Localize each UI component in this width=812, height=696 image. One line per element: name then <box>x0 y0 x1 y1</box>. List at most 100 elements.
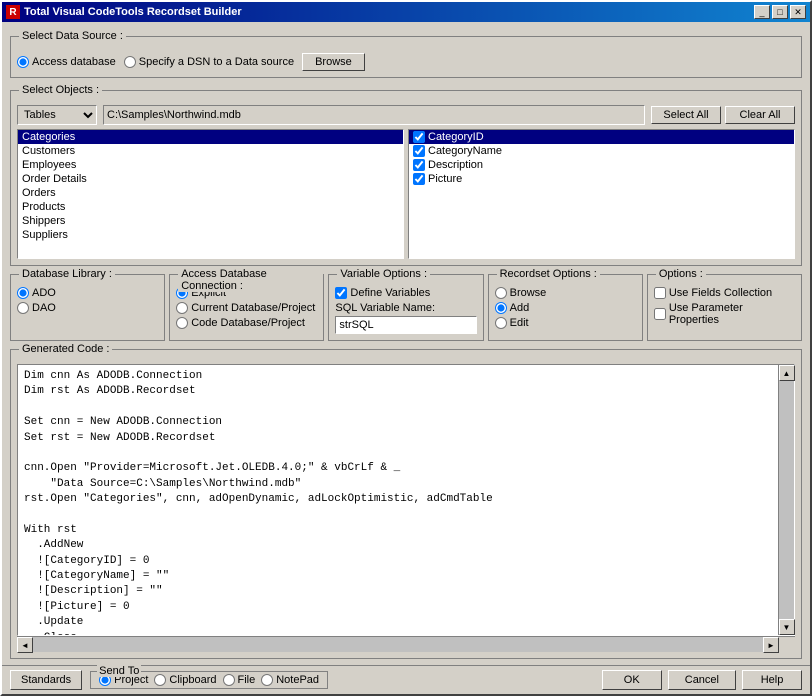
current-db-option[interactable]: Current Database/Project <box>176 302 317 314</box>
add-radio[interactable] <box>495 302 507 314</box>
sql-var-label: SQL Variable Name: <box>335 302 476 314</box>
var-options-group: Variable Options : Define Variables SQL … <box>328 274 483 341</box>
field-name: Picture <box>428 173 462 185</box>
current-db-radio[interactable] <box>176 302 188 314</box>
list-item[interactable]: Orders <box>18 186 403 200</box>
access-db-label: Access database <box>32 56 116 68</box>
access-db-radio[interactable] <box>17 56 29 68</box>
scroll-track-h <box>33 637 763 652</box>
list-item[interactable]: Categories <box>18 130 403 144</box>
ok-button[interactable]: OK <box>602 670 662 690</box>
scroll-right-button[interactable]: ► <box>763 637 779 653</box>
help-button[interactable]: Help <box>742 670 802 690</box>
scroll-corner <box>779 637 795 653</box>
cancel-button[interactable]: Cancel <box>668 670 736 690</box>
list-item[interactable]: Employees <box>18 158 403 172</box>
use-fields-option[interactable]: Use Fields Collection <box>654 287 795 299</box>
dao-option[interactable]: DAO <box>17 302 158 314</box>
app-icon: R <box>6 5 20 19</box>
ado-radio[interactable] <box>17 287 29 299</box>
use-param-props-label: Use Parameter Properties <box>669 302 795 326</box>
define-vars-option[interactable]: Define Variables <box>335 287 476 299</box>
dao-radio[interactable] <box>17 302 29 314</box>
browse-label: Browse <box>510 287 547 299</box>
standards-button[interactable]: Standards <box>10 670 82 690</box>
field-checkbox[interactable] <box>413 159 425 171</box>
fields-list[interactable]: CategoryID CategoryName Description Pict… <box>408 129 795 259</box>
access-db-option[interactable]: Access database <box>17 56 116 68</box>
options-label: Options : <box>656 268 706 280</box>
send-to-file-label: File <box>238 674 256 686</box>
add-label: Add <box>510 302 530 314</box>
data-source-label: Select Data Source : <box>19 30 126 42</box>
code-db-option[interactable]: Code Database/Project <box>176 317 317 329</box>
send-to-file-radio[interactable] <box>223 674 235 686</box>
ado-label: ADO <box>32 287 56 299</box>
send-to-notepad-radio[interactable] <box>261 674 273 686</box>
objects-lists: Categories Customers Employees Order Det… <box>17 129 795 259</box>
field-name: Description <box>428 159 483 171</box>
sql-var-input[interactable] <box>335 316 476 334</box>
send-to-notepad-option[interactable]: NotePad <box>261 674 319 686</box>
options-row: Database Library : ADO DAO Access Data <box>10 274 802 341</box>
objects-header: Tables Select All Clear All <box>17 105 795 125</box>
send-to-clipboard-label: Clipboard <box>169 674 216 686</box>
clear-all-button[interactable]: Clear All <box>725 106 795 124</box>
add-option[interactable]: Add <box>495 302 636 314</box>
select-all-button[interactable]: Select All <box>651 106 721 124</box>
field-checkbox[interactable] <box>413 131 425 143</box>
use-fields-label: Use Fields Collection <box>669 287 772 299</box>
field-checkbox[interactable] <box>413 145 425 157</box>
db-library-label: Database Library : <box>19 268 115 280</box>
field-item[interactable]: CategoryName <box>409 144 794 158</box>
browse-option[interactable]: Browse <box>495 287 636 299</box>
send-to-clipboard-radio[interactable] <box>154 674 166 686</box>
use-fields-checkbox[interactable] <box>654 287 666 299</box>
send-to-clipboard-option[interactable]: Clipboard <box>154 674 216 686</box>
close-button[interactable]: ✕ <box>790 5 806 19</box>
code-textarea[interactable] <box>18 365 778 635</box>
main-window: R Total Visual CodeTools Recordset Build… <box>0 0 812 696</box>
scroll-left-button[interactable]: ◄ <box>17 637 33 653</box>
list-item[interactable]: Products <box>18 200 403 214</box>
field-item[interactable]: Picture <box>409 172 794 186</box>
access-conn-group: Access Database Connection : Explicit Cu… <box>169 274 324 341</box>
send-to-group: Send To Project Clipboard File NotePad <box>90 671 328 689</box>
table-type-dropdown[interactable]: Tables <box>17 105 97 125</box>
scroll-down-button[interactable]: ▼ <box>779 619 795 635</box>
field-item[interactable]: CategoryID <box>409 130 794 144</box>
title-bar: R Total Visual CodeTools Recordset Build… <box>2 2 810 22</box>
list-item[interactable]: Order Details <box>18 172 403 186</box>
content-area: Select Data Source : Access database Spe… <box>2 22 810 665</box>
data-source-group: Select Data Source : Access database Spe… <box>10 36 802 78</box>
list-item[interactable]: Shippers <box>18 214 403 228</box>
tables-list[interactable]: Categories Customers Employees Order Det… <box>17 129 404 259</box>
browse-radio[interactable] <box>495 287 507 299</box>
field-checkbox[interactable] <box>413 173 425 185</box>
use-param-props-option[interactable]: Use Parameter Properties <box>654 302 795 326</box>
define-vars-checkbox[interactable] <box>335 287 347 299</box>
use-param-props-checkbox[interactable] <box>654 308 666 320</box>
maximize-button[interactable]: □ <box>772 5 788 19</box>
code-db-radio[interactable] <box>176 317 188 329</box>
recordset-options-group: Recordset Options : Browse Add Edit <box>488 274 643 341</box>
vertical-scrollbar[interactable]: ▲ ▼ <box>778 365 794 635</box>
var-options-label: Variable Options : <box>337 268 430 280</box>
send-to-file-option[interactable]: File <box>223 674 256 686</box>
select-objects-group: Select Objects : Tables Select All Clear… <box>10 90 802 266</box>
recordset-options-label: Recordset Options : <box>497 268 600 280</box>
field-item[interactable]: Description <box>409 158 794 172</box>
edit-radio[interactable] <box>495 317 507 329</box>
scroll-up-button[interactable]: ▲ <box>779 365 795 381</box>
browse-button[interactable]: Browse <box>302 53 365 71</box>
scroll-track-v <box>779 381 794 619</box>
path-input[interactable] <box>103 105 645 125</box>
ado-option[interactable]: ADO <box>17 287 158 299</box>
edit-option[interactable]: Edit <box>495 317 636 329</box>
dsn-radio[interactable] <box>124 56 136 68</box>
list-item[interactable]: Suppliers <box>18 228 403 242</box>
define-vars-label: Define Variables <box>350 287 430 299</box>
dsn-option[interactable]: Specify a DSN to a Data source <box>124 56 294 68</box>
minimize-button[interactable]: _ <box>754 5 770 19</box>
list-item[interactable]: Customers <box>18 144 403 158</box>
